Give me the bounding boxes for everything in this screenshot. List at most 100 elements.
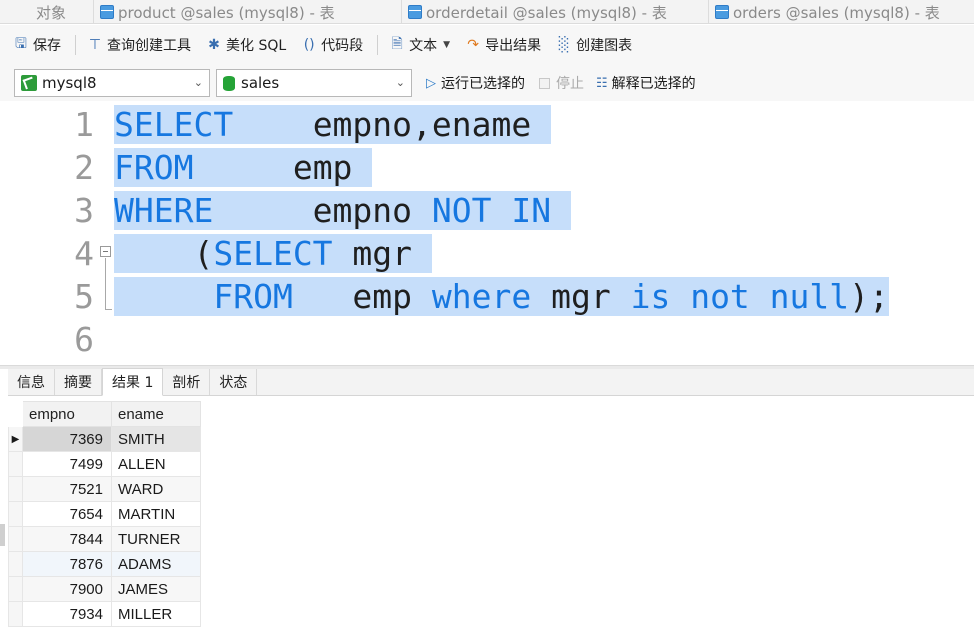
sql-keyword: where: [431, 277, 532, 316]
chevron-down-icon: ⌄: [395, 76, 405, 89]
query-builder-button[interactable]: ⊤ 查询创建工具: [86, 35, 191, 55]
row-indicator: [8, 451, 23, 477]
sql-text: mgr: [332, 234, 432, 273]
line-number: 3: [74, 191, 94, 230]
editor-tab-bar: 对象 product @sales (mysql8) - 表 orderdeta…: [0, 0, 974, 24]
cell-empno[interactable]: 7900: [22, 576, 112, 602]
export-result-button[interactable]: ↷ 导出结果: [464, 35, 541, 55]
sql-keyword: is not null: [630, 277, 850, 316]
line-number: 5: [74, 277, 94, 316]
table-row[interactable]: 7654 MARTIN: [8, 501, 201, 527]
cell-empno[interactable]: 7521: [22, 476, 112, 502]
column-header-empno[interactable]: empno: [22, 401, 112, 427]
run-selected-label: 运行已选择的: [441, 76, 525, 92]
row-indicator: [8, 526, 23, 552]
tab-summary[interactable]: 摘要: [55, 369, 102, 395]
cell-empno[interactable]: 7654: [22, 501, 112, 527]
sql-keyword: FROM: [114, 148, 194, 187]
cell-empno[interactable]: 7876: [22, 551, 112, 577]
tab-status[interactable]: 状态: [210, 369, 258, 395]
tab-product[interactable]: product @sales (mysql8) - 表: [94, 0, 402, 24]
save-label: 保存: [33, 38, 61, 54]
table-row[interactable]: ▶ 7369 SMITH: [8, 426, 201, 452]
code-snippet-icon: (): [303, 37, 315, 53]
cell-ename[interactable]: MILLER: [111, 601, 201, 627]
fold-guide: [105, 258, 106, 310]
table-row[interactable]: 7499 ALLEN: [8, 451, 201, 477]
stop-button[interactable]: 停止: [539, 73, 584, 93]
text-mode-label: 文本: [409, 38, 438, 54]
sql-text: (: [114, 234, 214, 273]
tab-orderdetail[interactable]: orderdetail @sales (mysql8) - 表: [402, 0, 709, 24]
result-grid: empno ename ▶ 7369 SMITH 7499 ALLEN 7521…: [8, 401, 201, 627]
code-line-1: SELECT empno,ename: [114, 103, 552, 146]
explain-selected-button[interactable]: ☷ 解释已选择的: [596, 73, 696, 93]
sql-keyword: SELECT: [114, 105, 234, 144]
table-row[interactable]: 7876 ADAMS: [8, 551, 201, 577]
cell-empno[interactable]: 7934: [22, 601, 112, 627]
tab-profile[interactable]: 剖析: [163, 369, 211, 395]
row-indicator: [8, 601, 23, 627]
cell-empno[interactable]: 7369: [22, 426, 112, 452]
create-chart-button[interactable]: ░ 创建图表: [555, 35, 632, 55]
row-indicator: [8, 501, 23, 527]
current-row-arrow-icon: ▶: [8, 426, 23, 452]
code-snippet-label: 代码段: [321, 38, 364, 54]
sql-text: empno,ename: [233, 105, 552, 144]
grid-header-row: empno ename: [8, 401, 201, 427]
sql-text: emp: [193, 148, 373, 187]
save-button[interactable]: 🖫 保存: [12, 35, 61, 55]
sql-keyword: FROM: [213, 277, 293, 316]
cell-ename[interactable]: WARD: [111, 476, 201, 502]
mysql-connection-icon: [21, 75, 37, 91]
line-number: 6: [74, 320, 94, 359]
column-header-ename[interactable]: ename: [111, 401, 201, 427]
cell-ename[interactable]: TURNER: [111, 526, 201, 552]
tab-objects[interactable]: 对象: [0, 0, 94, 24]
sql-keyword: SELECT: [213, 234, 333, 273]
create-chart-label: 创建图表: [576, 38, 633, 54]
table-row[interactable]: 7521 WARD: [8, 476, 201, 502]
fold-toggle-icon[interactable]: [100, 246, 111, 257]
table-row[interactable]: 7934 MILLER: [8, 601, 201, 627]
tab-orders[interactable]: orders @sales (mysql8) - 表: [709, 0, 974, 24]
text-mode-dropdown[interactable]: 🗎 文本 ▼: [388, 35, 451, 55]
sql-text: emp: [292, 277, 432, 316]
beautify-sql-button[interactable]: ✱ 美化 SQL: [205, 35, 286, 55]
cell-ename[interactable]: SMITH: [111, 426, 201, 452]
cell-ename[interactable]: MARTIN: [111, 501, 201, 527]
tab-info[interactable]: 信息: [8, 369, 55, 395]
sql-text: );: [849, 277, 889, 316]
database-select[interactable]: sales ⌄: [216, 69, 412, 97]
run-selected-button[interactable]: ▷ 运行已选择的: [426, 73, 525, 93]
cell-ename[interactable]: JAMES: [111, 576, 201, 602]
table-row[interactable]: 7900 JAMES: [8, 576, 201, 602]
table-row[interactable]: 7844 TURNER: [8, 526, 201, 552]
explain-selected-label: 解释已选择的: [611, 76, 696, 92]
caret-down-icon: ▼: [443, 40, 451, 50]
line-number: 4: [74, 234, 94, 273]
chevron-down-icon: ⌄: [193, 76, 203, 89]
database-value: sales: [241, 74, 280, 92]
connection-select[interactable]: mysql8 ⌄: [14, 69, 210, 97]
cell-empno[interactable]: 7499: [22, 451, 112, 477]
explain-icon: ☷: [596, 75, 608, 91]
sql-editor[interactable]: 1 2 3 4 5 6 SELECT empno,ename FROM emp …: [8, 103, 974, 365]
cell-ename[interactable]: ALLEN: [111, 451, 201, 477]
tab-result-1[interactable]: 结果 1: [102, 368, 164, 396]
scroll-marker: [0, 524, 5, 546]
tab-product-label: product @sales (mysql8) - 表: [118, 3, 335, 22]
cell-ename[interactable]: ADAMS: [111, 551, 201, 577]
toolbar-divider: [75, 35, 76, 55]
row-indicator: [8, 476, 23, 502]
beautify-label: 美化 SQL: [226, 38, 287, 54]
sql-keyword: NOT IN: [431, 191, 571, 230]
query-builder-icon: ⊤: [88, 37, 102, 53]
cell-empno[interactable]: 7844: [22, 526, 112, 552]
beautify-icon: ✱: [208, 37, 220, 53]
tab-orderdetail-label: orderdetail @sales (mysql8) - 表: [426, 3, 667, 22]
sql-text: mgr: [531, 277, 631, 316]
code-snippet-button[interactable]: () 代码段: [300, 35, 363, 55]
row-indicator: [8, 551, 23, 577]
